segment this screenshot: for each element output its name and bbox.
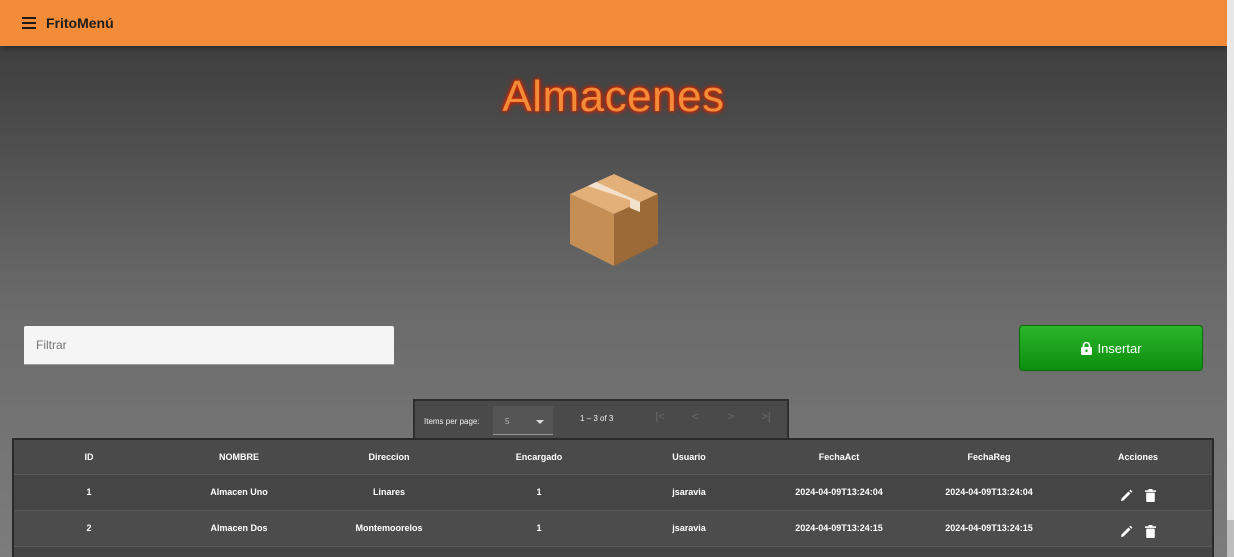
previous-page-button[interactable]: < bbox=[685, 411, 705, 423]
cell-usuario: jsaravia bbox=[672, 523, 706, 533]
paginator: Items per page: 5 1 – 3 of 3 |< < > >| bbox=[413, 399, 789, 439]
page-range-label: 1 – 3 of 3 bbox=[580, 414, 614, 423]
insert-button-label: Insertar bbox=[1097, 340, 1142, 356]
hamburger-menu-icon[interactable] bbox=[22, 17, 36, 29]
cell-acciones bbox=[1064, 474, 1212, 510]
header-usuario[interactable]: Usuario bbox=[614, 440, 764, 474]
cell-direccion: Linares bbox=[372, 487, 405, 497]
table-row: 2 Almacen Dos Montemoorelos 1 jsaravia 2… bbox=[14, 510, 1212, 546]
first-page-button[interactable]: |< bbox=[650, 411, 670, 423]
app-title: FritoMenú bbox=[46, 15, 114, 31]
cell-usuario: jsaravia bbox=[672, 487, 706, 497]
cell-fecha-act: 2024-04-09T13:24:04 bbox=[795, 487, 883, 497]
header-acciones: Acciones bbox=[1117, 451, 1159, 462]
filter-input[interactable] bbox=[24, 326, 394, 364]
insert-button[interactable]: Insertar bbox=[1019, 325, 1203, 371]
header-encargado[interactable]: Encargado bbox=[464, 440, 614, 474]
cell-fecha-reg: 2024-04-09T13:24:04 bbox=[945, 487, 1033, 497]
edit-icon[interactable] bbox=[1120, 525, 1133, 538]
table-header-row: ID NOMBRE Direccion Encargado Usuario Fe… bbox=[14, 440, 1212, 474]
cell-nombre: Almacen Dos bbox=[210, 523, 268, 533]
almacenes-table: ID NOMBRE Direccion Encargado Usuario Fe… bbox=[12, 438, 1214, 557]
cell-id: 2 bbox=[86, 523, 92, 533]
lock-icon bbox=[1081, 341, 1093, 355]
table-row-partial bbox=[14, 546, 1212, 557]
chevron-down-icon bbox=[536, 420, 544, 424]
package-box-icon bbox=[570, 174, 658, 266]
filter-field[interactable] bbox=[24, 326, 394, 365]
cell-encargado: 1 bbox=[536, 487, 542, 497]
cell-nombre: Almacen Uno bbox=[210, 487, 268, 497]
edit-icon[interactable] bbox=[1120, 489, 1133, 502]
scrollbar-thumb[interactable] bbox=[1227, 520, 1234, 557]
last-page-button[interactable]: >| bbox=[756, 411, 776, 423]
cell-encargado: 1 bbox=[536, 523, 542, 533]
cell-id: 1 bbox=[86, 487, 92, 497]
header-fecha-act[interactable]: FechaAct bbox=[764, 440, 914, 474]
top-toolbar: FritoMenú bbox=[0, 0, 1227, 46]
cell-fecha-reg: 2024-04-09T13:24:15 bbox=[945, 523, 1033, 533]
header-nombre[interactable]: NOMBRE bbox=[164, 440, 314, 474]
delete-icon[interactable] bbox=[1145, 488, 1157, 502]
page-size-select[interactable]: 5 bbox=[493, 406, 553, 435]
vertical-scrollbar[interactable] bbox=[1227, 0, 1234, 557]
cell-direccion: Montemoorelos bbox=[355, 523, 423, 533]
cell-acciones bbox=[1064, 510, 1212, 546]
cell-fecha-act: 2024-04-09T13:24:15 bbox=[795, 523, 883, 533]
items-per-page-label: Items per page: bbox=[424, 417, 480, 426]
header-id[interactable]: ID bbox=[14, 440, 164, 474]
page-size-value: 5 bbox=[505, 417, 510, 426]
delete-icon[interactable] bbox=[1145, 524, 1157, 538]
table-row: 1 Almacen Uno Linares 1 jsaravia 2024-04… bbox=[14, 474, 1212, 510]
next-page-button[interactable]: > bbox=[721, 411, 741, 423]
header-fecha-reg[interactable]: FechaReg bbox=[914, 440, 1064, 474]
page-title: Almacenes bbox=[502, 72, 725, 121]
header-direccion[interactable]: Direccion bbox=[314, 440, 464, 474]
